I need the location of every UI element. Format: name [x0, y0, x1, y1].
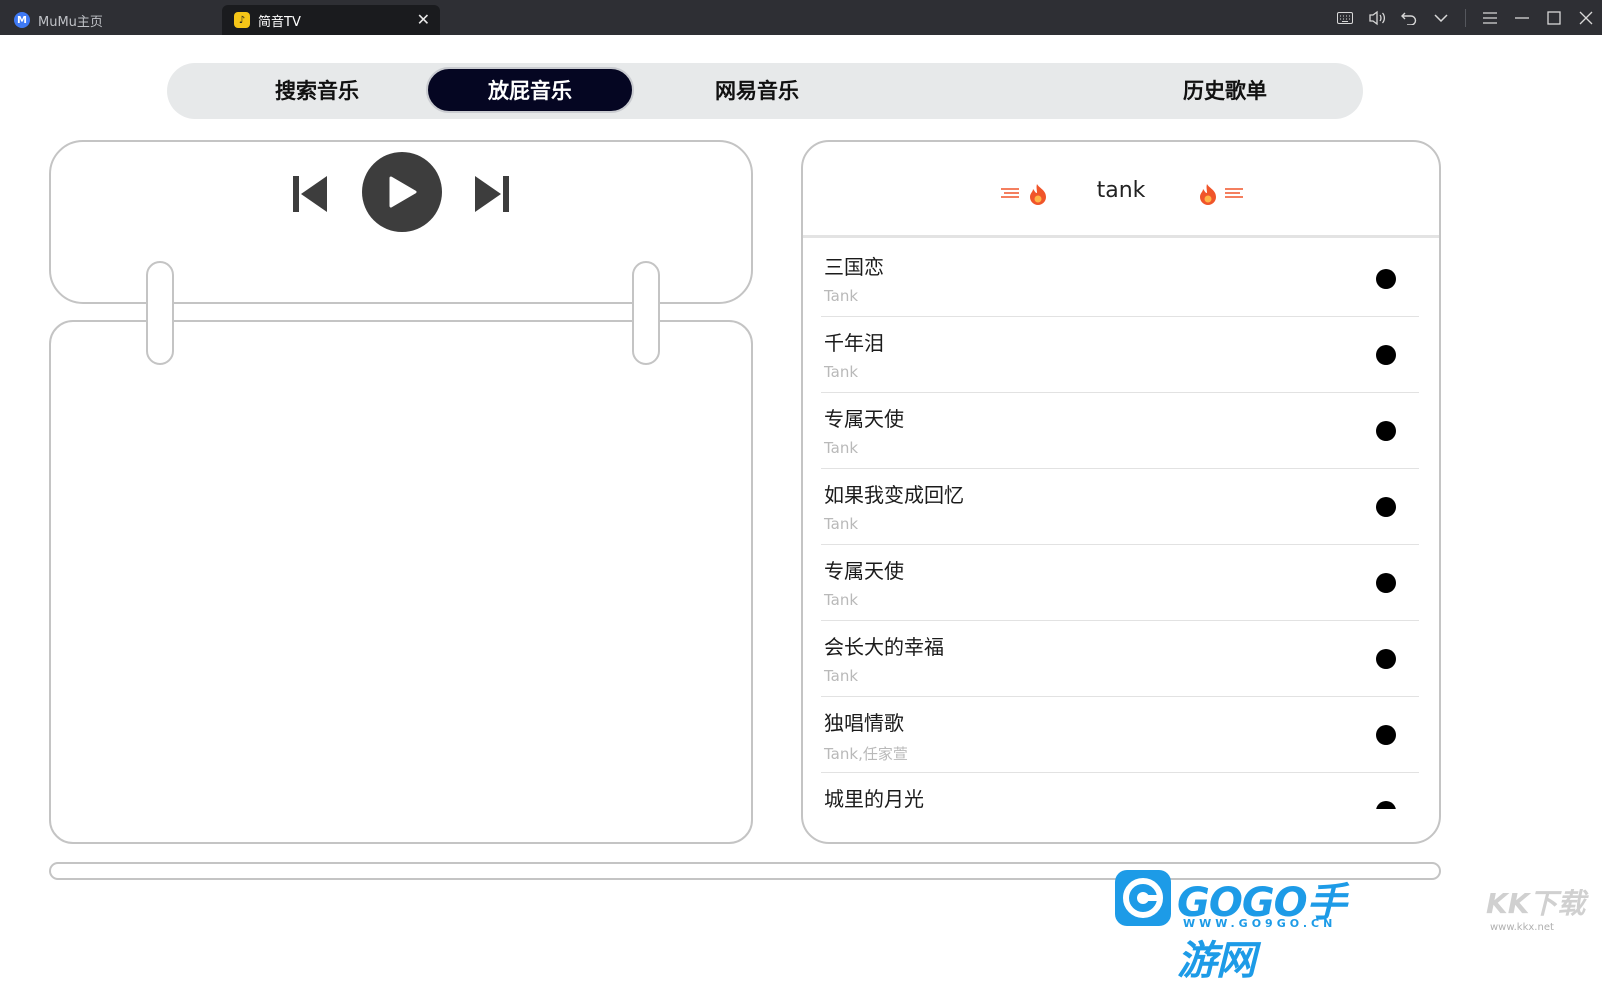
song-artist: Tank: [824, 363, 859, 381]
playlist-panel: tank 三国恋 Tank 千年泪 Tank 专属天使 Tank 如果我变成回忆…: [801, 140, 1441, 844]
jianyin-app-icon: ♪: [234, 12, 250, 28]
song-item[interactable]: 会长大的幸福 Tank: [821, 621, 1419, 697]
close-icon[interactable]: [1570, 0, 1602, 35]
song-artist: Tank: [824, 287, 859, 305]
gogo-watermark: GOGO手游网 WWW.GO9GO.CN: [1113, 868, 1363, 984]
song-item[interactable]: 如果我变成回忆 Tank: [821, 469, 1419, 545]
song-title: 城里的月光: [824, 787, 924, 809]
song-artist: Tank,任家萱: [824, 745, 908, 763]
tab-history-playlist[interactable]: 历史歌单: [1115, 67, 1335, 113]
tab-netease-music[interactable]: 网易音乐: [647, 67, 867, 113]
song-artist: Tank: [824, 667, 859, 685]
song-title: 会长大的幸福: [824, 635, 944, 659]
song-title: 如果我变成回忆: [824, 483, 964, 507]
title-bar: M MuMu主页 ♪ 简音TV ✕: [0, 0, 1602, 35]
playlist-header: tank: [803, 142, 1439, 238]
song-title: 千年泪: [824, 331, 884, 355]
maximize-icon[interactable]: [1538, 0, 1570, 35]
song-title: 三国恋: [824, 255, 884, 279]
song-action-dot[interactable]: [1376, 345, 1396, 365]
play-icon[interactable]: [362, 152, 442, 232]
gogo-logo-icon: [1115, 870, 1171, 926]
lyrics-display-panel: [49, 320, 753, 844]
keyboard-icon[interactable]: [1329, 0, 1361, 35]
mumu-logo-icon: M: [14, 12, 30, 28]
song-list: 三国恋 Tank 千年泪 Tank 专属天使 Tank 如果我变成回忆 Tank…: [821, 241, 1419, 809]
skip-next-icon[interactable]: [471, 172, 511, 216]
song-action-dot[interactable]: [1376, 497, 1396, 517]
volume-icon[interactable]: [1361, 0, 1393, 35]
tab-close-icon[interactable]: ✕: [417, 10, 430, 30]
song-item[interactable]: 独唱情歌 Tank,任家萱: [821, 697, 1419, 773]
minimize-icon[interactable]: [1506, 0, 1538, 35]
flame-icon: [1200, 184, 1243, 205]
song-title: 专属天使: [824, 407, 904, 431]
gogo-watermark-url: WWW.GO9GO.CN: [1183, 917, 1337, 930]
kk-watermark-text: KK下载: [1486, 887, 1586, 920]
song-title: 独唱情歌: [824, 711, 904, 735]
tab-fart-music[interactable]: 放屁音乐: [426, 67, 634, 113]
song-item[interactable]: 专属天使 Tank: [821, 545, 1419, 621]
playlist-title: tank: [1096, 178, 1146, 203]
kk-watermark-url: www.kkx.net: [1490, 922, 1554, 933]
song-action-dot[interactable]: [1376, 649, 1396, 669]
undo-icon[interactable]: [1393, 0, 1425, 35]
menu-icon[interactable]: [1474, 0, 1506, 35]
tab-label: 简音TV: [258, 14, 301, 30]
tab-mumu-home[interactable]: M MuMu主页: [14, 5, 103, 35]
song-action-dot[interactable]: [1376, 269, 1396, 289]
song-artist: Tank: [824, 591, 859, 609]
song-artist: Tank: [824, 515, 859, 533]
panel-connector-right: [632, 261, 660, 365]
divider: [1465, 8, 1466, 27]
song-item[interactable]: 城里的月光: [821, 773, 1419, 809]
song-action-dot[interactable]: [1376, 421, 1396, 441]
song-action-dot[interactable]: [1376, 573, 1396, 593]
panel-connector-left: [146, 261, 174, 365]
song-item[interactable]: 千年泪 Tank: [821, 317, 1419, 393]
category-nav: 搜索音乐 放屁音乐 网易音乐 历史歌单: [167, 63, 1363, 119]
song-item[interactable]: 专属天使 Tank: [821, 393, 1419, 469]
tab-label: MuMu主页: [38, 14, 103, 30]
skip-previous-icon[interactable]: [291, 172, 331, 216]
chevron-down-icon[interactable]: [1425, 0, 1457, 35]
window-controls: [1329, 0, 1602, 35]
song-artist: Tank: [824, 439, 859, 457]
song-action-dot[interactable]: [1376, 801, 1396, 809]
song-title: 专属天使: [824, 559, 904, 583]
song-action-dot[interactable]: [1376, 725, 1396, 745]
tab-search-music[interactable]: 搜索音乐: [207, 67, 427, 113]
tab-jianyin-tv[interactable]: ♪ 简音TV ✕: [222, 5, 440, 35]
song-item[interactable]: 三国恋 Tank: [821, 241, 1419, 317]
